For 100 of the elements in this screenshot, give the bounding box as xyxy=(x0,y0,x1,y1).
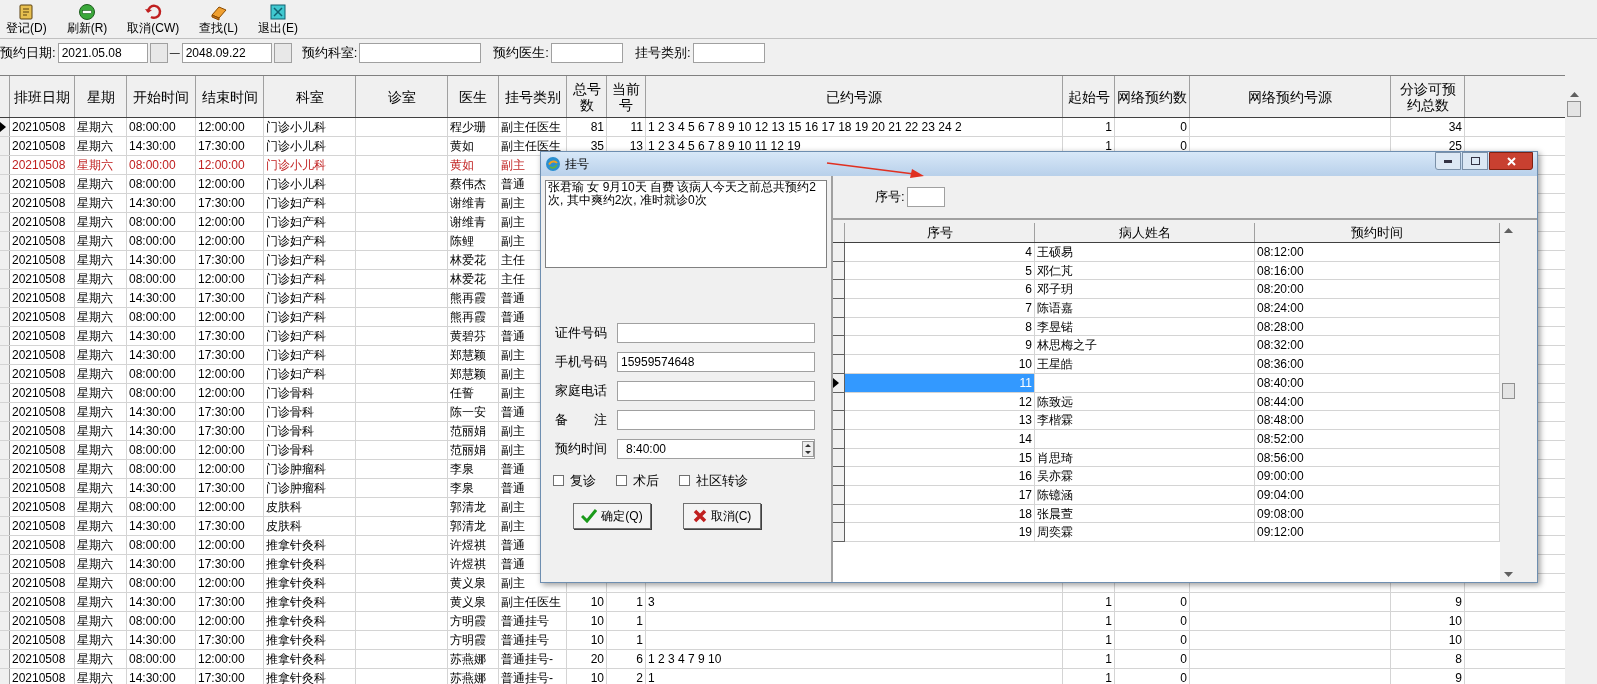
table-cell-text: 11 xyxy=(630,119,643,136)
category-field[interactable] xyxy=(692,42,765,63)
table-cell: 09:08:00 xyxy=(1257,506,1304,521)
toolbar-button[interactable]: 刷新(R) xyxy=(64,3,110,35)
table-cell-text: 20210508 xyxy=(12,195,66,212)
table-cell-text: 20210508 xyxy=(12,290,66,307)
table-cell-text: 10 xyxy=(1448,613,1462,630)
column-header[interactable]: 序号 xyxy=(845,223,1035,242)
column-header[interactable]: 排班日期 xyxy=(10,76,75,117)
scrollbar-thumb[interactable] xyxy=(1567,101,1581,117)
close-button[interactable] xyxy=(1489,152,1533,170)
dept-field[interactable] xyxy=(359,42,482,63)
table-cell-text: 星期六 xyxy=(77,594,113,611)
table-cell-text: 12:00:00 xyxy=(198,309,245,326)
date-label: 预约日期: xyxy=(0,43,56,62)
text-field[interactable] xyxy=(617,410,815,430)
table-cell-text: 35 xyxy=(590,138,604,155)
table-cell-text: 谢维青 xyxy=(450,195,486,212)
time-field[interactable]: 8:40:00 xyxy=(617,439,815,459)
table-cell-text: 副主 xyxy=(501,499,525,516)
arrow-up-icon[interactable] xyxy=(1504,227,1513,233)
table-cell-text: 12:00:00 xyxy=(198,214,245,231)
table-cell: 08:52:00 xyxy=(1257,431,1304,446)
column-header[interactable]: 分诊可预约总数 xyxy=(1391,76,1465,117)
column-header[interactable]: 起始号 xyxy=(1063,76,1115,117)
seq-field[interactable] xyxy=(906,187,945,207)
table-cell-text: 10 xyxy=(590,594,604,611)
table-cell: 08:28:00 xyxy=(1257,319,1304,334)
table-cell-text: 20210508 xyxy=(12,480,66,497)
table-cell-text: 20210508 xyxy=(12,651,66,668)
table-cell-text: 2 xyxy=(636,670,643,684)
row-header[interactable] xyxy=(0,118,10,136)
notebook-icon xyxy=(17,3,36,21)
eraser-icon xyxy=(209,3,228,21)
table-cell-text: 12:00:00 xyxy=(198,366,245,383)
text-field[interactable] xyxy=(617,381,815,401)
table-cell-text: 星期六 xyxy=(77,309,113,326)
table-cell-text: 20210508 xyxy=(12,518,66,535)
table-cell-text: 12:00:00 xyxy=(198,613,245,630)
table-cell: 8 xyxy=(845,317,1035,337)
checkbox[interactable]: 社区转诊 xyxy=(679,471,748,491)
table-cell-text: 门诊骨科 xyxy=(266,423,314,440)
table-cell-text: 12:00:00 xyxy=(198,537,245,554)
column-header[interactable]: 结束时间 xyxy=(196,76,264,117)
table-cell-text: 副主 xyxy=(501,233,525,250)
dropdown-button[interactable] xyxy=(149,42,168,63)
cancel-button[interactable]: 取消(C) xyxy=(683,502,761,529)
table-cell: 张晨萱 xyxy=(1035,504,1255,524)
table-cell-text: 普通 xyxy=(501,328,525,345)
toolbar-button[interactable]: 查找(L) xyxy=(197,3,240,35)
table-cell-text: 08:00:00 xyxy=(129,537,176,554)
date-field[interactable]: 2021.05.08 xyxy=(57,42,148,63)
column-header[interactable]: 科室 xyxy=(264,76,356,117)
table-cell-text: 副主 xyxy=(501,442,525,459)
table-cell: 14 xyxy=(845,429,1035,449)
table-cell-text: 20210508 xyxy=(12,499,66,516)
table-cell-text: 推拿针灸科 xyxy=(266,613,326,630)
column-header[interactable]: 总号数 xyxy=(567,76,607,117)
table-cell-text: 普通挂号 xyxy=(501,613,549,630)
date-field[interactable]: 2048.09.22 xyxy=(181,42,272,63)
table-cell-text: 12:00:00 xyxy=(198,157,245,174)
toolbar-button[interactable]: 登记(D) xyxy=(4,3,49,35)
column-header[interactable]: 医生 xyxy=(448,76,499,117)
scrollbar-thumb[interactable] xyxy=(1502,383,1515,399)
column-header[interactable]: 已约号源 xyxy=(646,76,1063,117)
arrow-down-icon[interactable] xyxy=(1504,572,1513,578)
table-cell-text: 副主 xyxy=(501,518,525,535)
toolbar-button[interactable]: 取消(CW) xyxy=(125,3,182,35)
table-cell-text: 星期六 xyxy=(77,613,113,630)
confirm-button[interactable]: 确定(Q) xyxy=(573,502,651,529)
minimize-button[interactable] xyxy=(1435,152,1461,170)
column-header[interactable]: 当前号 xyxy=(607,76,646,117)
column-header[interactable]: 星期 xyxy=(75,76,127,117)
maximize-button[interactable] xyxy=(1462,152,1488,170)
table-cell: 6 xyxy=(845,280,1035,300)
column-header[interactable]: 诊室 xyxy=(356,76,448,117)
toolbar-button[interactable]: 退出(E) xyxy=(256,3,300,35)
column-header[interactable]: 挂号类别 xyxy=(499,76,567,117)
column-header[interactable]: 网络预约数 xyxy=(1115,76,1190,117)
checkbox[interactable]: 复诊 xyxy=(553,471,596,491)
table-cell-text: 陈鲤 xyxy=(450,233,474,250)
table-cell-text: 皮肤科 xyxy=(266,518,302,535)
table-cell-text: 08:00:00 xyxy=(129,461,176,478)
checkbox[interactable]: 术后 xyxy=(616,471,659,491)
table-cell-text: 星期六 xyxy=(77,214,113,231)
arrow-up-icon[interactable] xyxy=(1569,91,1579,97)
column-header[interactable]: 开始时间 xyxy=(127,76,196,117)
table-cell-text: 14:30:00 xyxy=(129,632,176,649)
table-cell-text: 黄如 xyxy=(450,157,474,174)
text-field[interactable] xyxy=(617,323,815,343)
dropdown-button[interactable] xyxy=(273,42,292,63)
table-cell-text: 08:00:00 xyxy=(129,157,176,174)
table-cell-text: 主任 xyxy=(501,252,525,269)
doctor-field[interactable] xyxy=(550,42,623,63)
scrollbar[interactable] xyxy=(1500,223,1517,582)
column-header[interactable]: 网络预约号源 xyxy=(1190,76,1391,117)
column-header[interactable]: 病人姓名 xyxy=(1035,223,1255,242)
table-cell-text: 方明霞 xyxy=(450,613,486,630)
text-field[interactable]: 15959574648 xyxy=(617,352,815,372)
table-cell-text: 08:00:00 xyxy=(129,385,176,402)
